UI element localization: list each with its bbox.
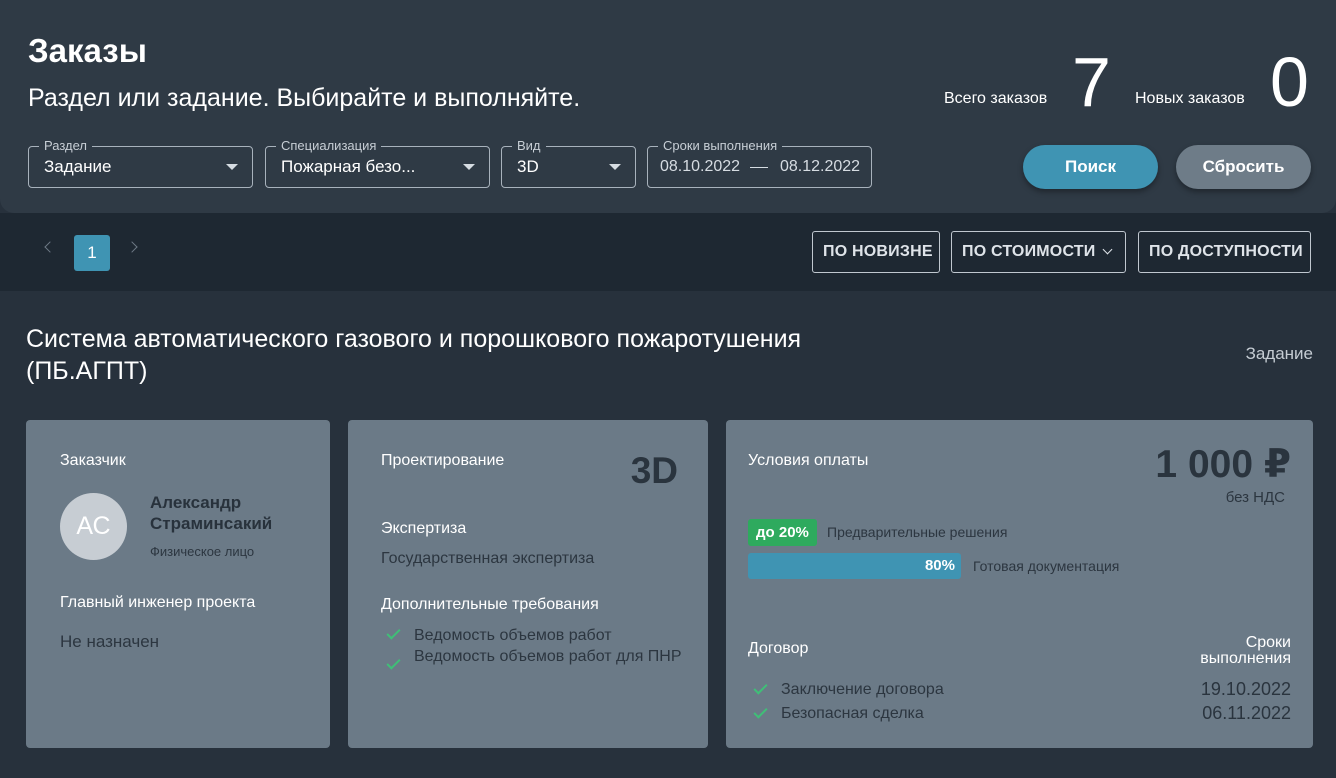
chevron-down-icon: [1102, 244, 1113, 255]
prev-page-icon[interactable]: [44, 241, 56, 253]
design-label: Проектирование: [381, 452, 505, 469]
check-icon: [753, 680, 768, 695]
total-orders-label: Всего заказов: [944, 90, 1048, 107]
toolbar: 1 ПО НОВИЗНЕ ПО СТОИМОСТИ ПО ДОСТУПНОСТИ: [0, 213, 1336, 291]
extra-requirements-label: Дополнительные требования: [381, 596, 599, 613]
check-icon: [386, 655, 401, 670]
specialization-label: Специализация: [276, 138, 382, 154]
sort-price-button[interactable]: ПО СТОИМОСТИ: [951, 231, 1126, 273]
order-title[interactable]: Система автоматического газового и порош…: [26, 323, 926, 387]
extra-requirement-item: Ведомость объемов работ для ПНР: [414, 648, 682, 665]
expertise-label: Экспертиза: [381, 520, 467, 537]
contract-item-name: Заключение договора: [781, 681, 944, 698]
search-button[interactable]: Поиск: [1023, 145, 1158, 189]
total-orders-count: 7: [1072, 43, 1111, 121]
extra-requirement-item: Ведомость объемов работ: [414, 627, 612, 644]
contract-item-date: 19.10.2022: [1200, 679, 1291, 699]
final-payment-text: Готовая документация: [973, 558, 1120, 574]
dropdown-arrow-icon: [226, 164, 238, 170]
specialization-select[interactable]: Специализация Пожарная безо...: [265, 138, 490, 188]
prepay-badge: до 20%: [748, 519, 817, 546]
page-title: Заказы: [28, 32, 147, 69]
design-kind: 3D: [630, 450, 678, 491]
contract-label: Договор: [748, 640, 809, 657]
expertise-value: Государственная экспертиза: [381, 550, 595, 567]
payment-card: Условия оплаты 1 000 ₽ без НДС до 20% Пр…: [726, 420, 1313, 748]
specialization-value: Пожарная безо...: [281, 157, 416, 176]
customer-card: Заказчик АС Александр Страминсакий Физич…: [26, 420, 330, 748]
new-orders-count: 0: [1270, 43, 1309, 121]
customer-name: Александр Страминсакий: [150, 493, 273, 533]
sort-newest-button[interactable]: ПО НОВИЗНЕ: [812, 231, 940, 273]
check-icon: [753, 704, 768, 719]
date-to-input[interactable]: 08.12.2022: [780, 158, 860, 176]
contract-item-name: Безопасная сделка: [781, 705, 924, 722]
next-page-icon[interactable]: [126, 241, 138, 253]
kind-select[interactable]: Вид 3D: [501, 138, 636, 188]
kind-value: 3D: [517, 157, 539, 176]
date-from-input[interactable]: 08.10.2022: [660, 158, 740, 176]
price: 1 000 ₽: [1155, 443, 1291, 486]
section-value: Задание: [44, 157, 112, 176]
page-button-current[interactable]: 1: [74, 235, 110, 271]
customer-type: Физическое лицо: [150, 544, 255, 559]
customer-label: Заказчик: [60, 452, 126, 469]
vat-note: без НДС: [1225, 489, 1285, 506]
deadline-column-label: Сроки выполнения: [1200, 634, 1291, 667]
deadline-label: Сроки выполнения: [658, 138, 783, 154]
contract-item-date: 06.11.2022: [1202, 703, 1291, 723]
date-separator: [750, 167, 768, 168]
section-label: Раздел: [39, 138, 92, 154]
page-subtitle: Раздел или задание. Выбирайте и выполняй…: [28, 84, 581, 112]
order-type: Задание: [1245, 344, 1313, 363]
dropdown-arrow-icon: [609, 164, 621, 170]
chief-engineer-label: Главный инженер проекта: [60, 594, 256, 611]
chief-engineer-value: Не назначен: [60, 632, 160, 651]
reset-button[interactable]: Сбросить: [1176, 145, 1311, 189]
design-card: Проектирование 3D Экспертиза Государстве…: [348, 420, 708, 748]
avatar: АС: [60, 493, 127, 560]
kind-label: Вид: [512, 138, 546, 154]
sort-availability-button[interactable]: ПО ДОСТУПНОСТИ: [1138, 231, 1311, 273]
final-payment-percent: 80%: [924, 557, 955, 574]
dropdown-arrow-icon: [463, 164, 475, 170]
prepay-text: Предварительные решения: [827, 524, 1008, 540]
deadline-range[interactable]: Сроки выполнения 08.10.2022 08.12.2022: [647, 138, 872, 188]
header: Заказы Раздел или задание. Выбирайте и в…: [0, 0, 1336, 213]
check-icon: [386, 625, 401, 640]
sort-newest-label: ПО НОВИЗНЕ: [823, 243, 933, 260]
sort-price-label: ПО СТОИМОСТИ: [962, 243, 1096, 260]
new-orders-label: Новых заказов: [1135, 90, 1245, 107]
sort-availability-label: ПО ДОСТУПНОСТИ: [1149, 243, 1303, 260]
payment-label: Условия оплаты: [748, 452, 869, 469]
final-payment-bar: 80%: [748, 553, 961, 579]
section-select[interactable]: Раздел Задание: [28, 138, 253, 188]
